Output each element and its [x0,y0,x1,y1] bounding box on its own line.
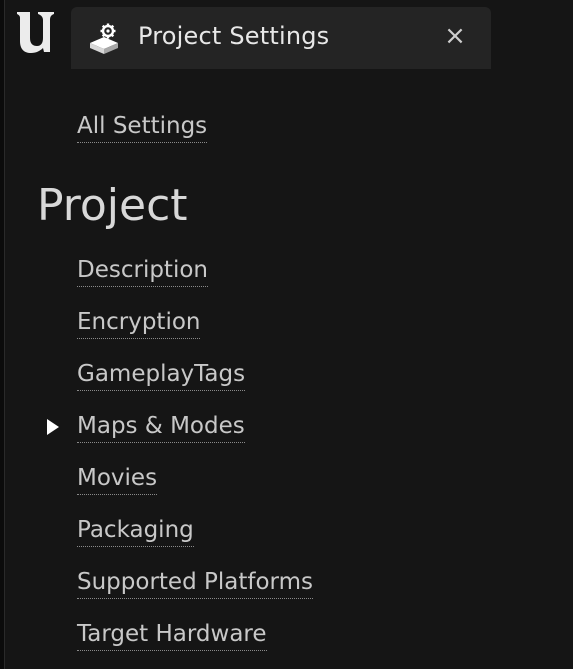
tab-project-settings[interactable]: Project Settings × [71,7,491,69]
all-settings-link[interactable]: All Settings [77,111,208,143]
nav-item-encryption[interactable]: Encryption [77,307,201,339]
section-heading-project: Project [37,180,188,231]
project-settings-window: Project Settings × All Settings Project … [0,0,573,669]
nav-item-packaging[interactable]: Packaging [77,515,194,547]
nav-item-description[interactable]: Description [77,255,208,287]
unreal-logo-icon [17,12,54,53]
selected-arrow-icon [47,419,59,435]
settings-cube-icon [90,23,118,54]
nav-item-maps-and-modes[interactable]: Maps & Modes [77,411,245,443]
tab-title: Project Settings [138,22,330,50]
nav-item-supported-platforms[interactable]: Supported Platforms [77,567,313,599]
window-edge [0,0,5,669]
nav-item-target-hardware[interactable]: Target Hardware [77,619,267,651]
nav-item-gameplaytags[interactable]: GameplayTags [77,359,246,391]
close-icon[interactable]: × [443,21,467,51]
nav-item-movies[interactable]: Movies [77,463,158,495]
